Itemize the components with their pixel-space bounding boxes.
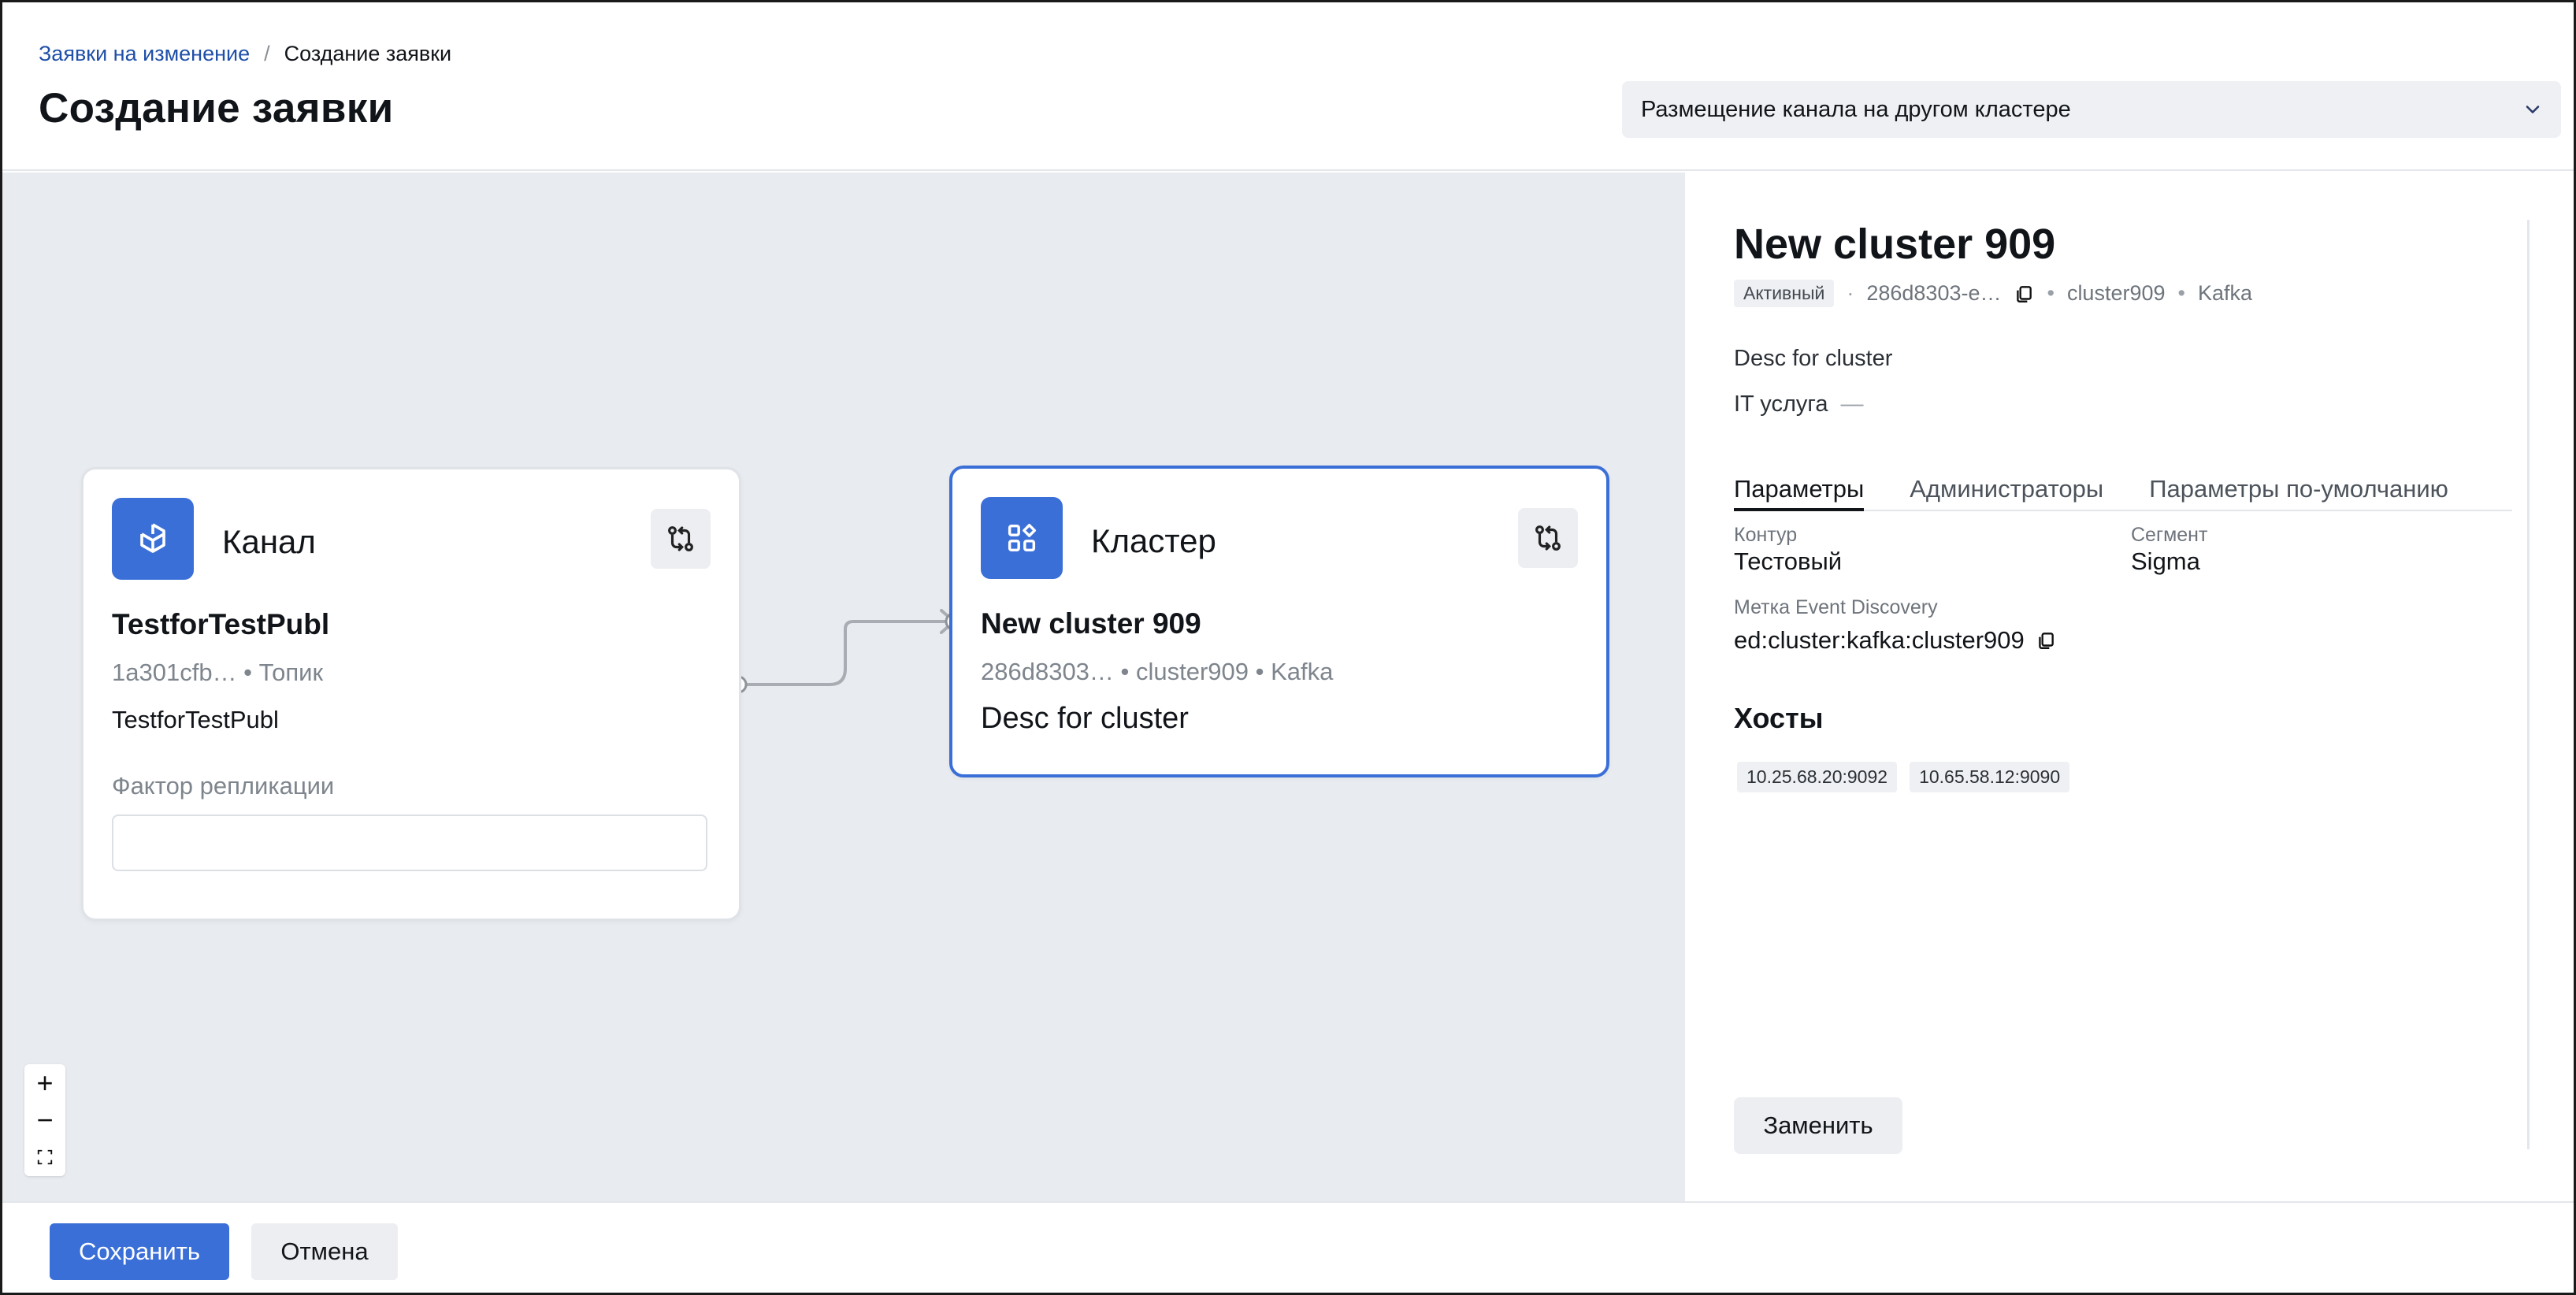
cluster-node-type: Кластер [1091, 522, 1216, 559]
panel-scrollbar[interactable] [2527, 220, 2530, 1149]
swap-icon [1535, 525, 1561, 551]
panel-tabs: Параметры Администраторы Параметры по-ум… [1734, 461, 2512, 511]
swap-channel-button[interactable] [651, 509, 711, 569]
breadcrumb: Заявки на изменение / Создание заявки [39, 42, 451, 66]
panel-meta: Активный · 286d8303-e… • cluster909 • Ka… [1734, 280, 2252, 307]
tab-default-parameters[interactable]: Параметры по-умолчанию [2149, 461, 2448, 511]
cluster-engine: Kafka [2197, 281, 2253, 305]
copy-icon[interactable] [2014, 284, 2034, 304]
request-type-value: Размещение канала на другом кластере [1641, 96, 2071, 122]
replication-factor-label: Фактор репликации [112, 772, 335, 800]
breadcrumb-separator: / [264, 42, 270, 65]
status-badge: Активный [1734, 280, 1835, 307]
cluster-description: Desc for cluster [981, 702, 1189, 735]
tab-administrators[interactable]: Администраторы [1910, 461, 2103, 511]
host-chip: 10.25.68.20:9092 [1737, 762, 1898, 792]
cluster-name: New cluster 909 [981, 607, 1201, 640]
chevron-down-icon [2526, 106, 2540, 113]
zoom-out-button[interactable]: − [24, 1102, 65, 1138]
replication-factor-input[interactable] [112, 814, 707, 871]
contour-value: Тестовый [1734, 547, 1843, 575]
apps-grid-icon [981, 497, 1063, 579]
zoom-controls: + − [24, 1064, 65, 1176]
swap-cluster-button[interactable] [1518, 508, 1578, 568]
cluster-details-panel: New cluster 909 Активный · 286d8303-e… •… [1687, 173, 2574, 1201]
contour-label: Контур [1734, 524, 1798, 546]
it-service: IT услуга — [1734, 391, 1863, 417]
channel-description: TestforTestPubl [112, 706, 279, 733]
channel-meta: 1a301cfb… • Топик [112, 659, 324, 686]
channel-node-type: Канал [222, 523, 316, 560]
page-header: Заявки на изменение / Создание заявки Со… [2, 2, 2574, 171]
panel-description: Desc for cluster [1734, 346, 1893, 371]
tab-parameters[interactable]: Параметры [1734, 461, 1865, 511]
cluster-id: 286d8303-e… [1866, 281, 2002, 305]
hosts-title: Хосты [1734, 702, 1824, 734]
channel-node[interactable]: Канал TestforTestPubl 1a301cfb… • Топик … [81, 467, 741, 921]
event-discovery-label: Метка Event Discovery [1734, 596, 1938, 618]
cluster-meta: 286d8303… • cluster909 • Kafka [981, 658, 1334, 685]
cluster-node[interactable]: Кластер New cluster 909 286d8303… • clus… [949, 466, 1609, 777]
swap-icon [668, 526, 693, 551]
hosts-list: 10.25.68.20:9092 10.65.58.12:9090 [1737, 762, 2070, 792]
panel-title: New cluster 909 [1734, 221, 2056, 268]
breadcrumb-link-change-requests[interactable]: Заявки на изменение [39, 42, 250, 66]
event-discovery-value: ed:cluster:kafka:cluster909 [1734, 626, 2025, 654]
it-service-label: IT услуга [1734, 391, 1828, 417]
channel-name: TestforTestPubl [112, 608, 330, 640]
meta-dot: • [2047, 281, 2054, 305]
it-service-value: — [1840, 391, 1864, 417]
cancel-button[interactable]: Отмена [251, 1223, 398, 1280]
replace-button[interactable]: Заменить [1734, 1097, 1902, 1154]
save-button[interactable]: Сохранить [50, 1223, 229, 1280]
cluster-system-name: cluster909 [2066, 281, 2166, 305]
fit-view-icon [37, 1150, 53, 1165]
segment-value: Sigma [2131, 547, 2200, 575]
page-title: Создание заявки [39, 85, 394, 132]
segment-label: Сегмент [2131, 524, 2208, 546]
meta-dot: • [2177, 281, 2185, 305]
request-type-select[interactable]: Размещение канала на другом кластере [1622, 81, 2561, 138]
host-chip: 10.65.58.12:9090 [1910, 762, 2070, 792]
box-channel-icon [112, 498, 194, 580]
zoom-in-button[interactable]: + [24, 1065, 65, 1101]
event-discovery-tag: ed:cluster:kafka:cluster909 [1734, 626, 2056, 655]
fit-view-button[interactable] [24, 1139, 65, 1175]
app-window: Заявки на изменение / Создание заявки Со… [0, 0, 2576, 1295]
meta-dot: · [1847, 281, 1854, 305]
copy-icon[interactable] [2036, 630, 2056, 651]
breadcrumb-current: Создание заявки [284, 42, 452, 65]
diagram-canvas[interactable]: Канал TestforTestPubl 1a301cfb… • Топик … [2, 173, 1685, 1201]
page-footer: Сохранить Отмена [2, 1201, 2574, 1293]
